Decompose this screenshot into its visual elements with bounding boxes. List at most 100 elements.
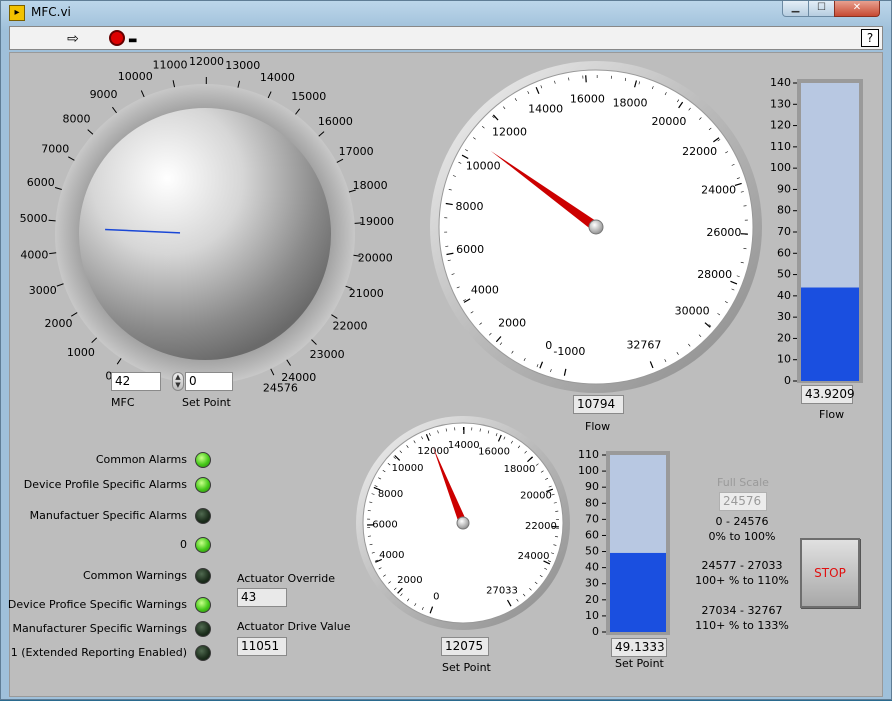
tick-label: 16000 — [478, 446, 510, 457]
tick-label: 12000 — [189, 55, 224, 68]
tick-mark — [71, 313, 77, 317]
alarm-led — [195, 621, 211, 637]
alarm-led — [195, 645, 211, 661]
tick-label: 6000 — [456, 243, 484, 256]
setpoint-tank-scale: 0102030405060708090100110 — [578, 448, 606, 638]
stop-button[interactable]: STOP — [800, 538, 860, 608]
tick-label: 18000 — [504, 464, 536, 475]
tick-label: 50 — [777, 268, 791, 281]
flow-tank-fill — [801, 288, 859, 381]
alarm-label: Common Alarms — [5, 453, 187, 466]
tick-mark — [331, 315, 337, 319]
tick-label: 14000 — [528, 102, 563, 115]
tick-label: 24576 — [263, 382, 298, 395]
tick-label: 90 — [777, 182, 791, 195]
alarm-label: Manufacturer Specific Warnings — [5, 622, 187, 635]
tick-label: 10000 — [118, 70, 153, 83]
tick-label: 2000 — [498, 317, 526, 330]
tick-mark — [117, 358, 121, 364]
tick-label: 110 — [578, 448, 599, 461]
set-point-input[interactable]: 0 — [185, 372, 233, 391]
tick-label: 0 — [545, 339, 552, 352]
tick-label: 7000 — [41, 142, 69, 155]
tick-label: 10000 — [466, 160, 501, 173]
tick-label: 20000 — [358, 251, 393, 264]
flow-gauge-label: Flow — [585, 420, 610, 433]
tick-label: 23000 — [310, 348, 345, 361]
mfc-label: MFC — [111, 396, 135, 409]
tick-label: 24000 — [701, 183, 736, 196]
tick-label: 15000 — [291, 90, 326, 103]
mfc-knob[interactable] — [79, 108, 331, 360]
tick-label: 90 — [585, 480, 599, 493]
tick-label: 10 — [585, 609, 599, 622]
tick-label: 80 — [585, 496, 599, 509]
set-point-stepper[interactable]: ▲▼ — [172, 372, 184, 391]
mfc-value-field[interactable]: 42 — [111, 372, 161, 391]
tick-label: 0 — [784, 374, 791, 387]
alarm-label: Common Warnings — [5, 569, 187, 582]
tick-mark — [49, 220, 56, 221]
alarm-label: 1 (Extended Reporting Enabled) — [5, 646, 187, 659]
tick-label: 60 — [777, 246, 791, 259]
tick-label: 28000 — [697, 268, 732, 281]
tick-mark — [57, 284, 64, 286]
full-scale-range-2: 24577 - 27033 — [687, 559, 797, 572]
setpoint-tank-value-display: 49.1333 — [611, 638, 667, 657]
tick-mark — [173, 80, 174, 87]
tick-label: 40 — [585, 561, 599, 574]
tick-label: 27033 — [486, 586, 518, 597]
tick-label: -1000 — [553, 345, 585, 358]
tick-label: 20 — [585, 593, 599, 606]
tick-label: 100 — [578, 464, 599, 477]
tick-label: 120 — [770, 119, 791, 132]
tick-label: 110 — [770, 140, 791, 153]
tick-label: 0 — [433, 591, 439, 602]
tick-mark — [88, 130, 93, 135]
full-scale-label: Full Scale — [717, 476, 769, 489]
tick-label: 22000 — [682, 145, 717, 158]
tick-mark — [337, 159, 343, 162]
tick-label: 17000 — [339, 145, 374, 158]
full-scale-range-3: 27034 - 32767 — [687, 604, 797, 617]
tick-label: 100 — [770, 161, 791, 174]
tick-label: 12000 — [417, 446, 449, 457]
tick-label: 5000 — [20, 212, 48, 225]
flow-tank-value-display: 43.9209 — [801, 385, 853, 404]
tick-label: 8000 — [456, 200, 484, 213]
front-panel-graphics: 0100020003000400050006000700080009000100… — [1, 1, 892, 701]
tick-mark — [55, 187, 62, 189]
alarm-label: Device Profile Specific Alarms — [5, 478, 187, 491]
setpoint-tank-fill — [610, 553, 666, 632]
alarm-led — [195, 537, 211, 553]
tick-label: 18000 — [353, 179, 388, 192]
tick-label: 10 — [777, 353, 791, 366]
flow-gauge-pivot — [589, 220, 603, 234]
tick-label: 14000 — [448, 440, 480, 451]
alarm-label: 0 — [5, 538, 187, 551]
tick-label: 2000 — [397, 575, 422, 586]
actuator-drive-label: Actuator Drive Value — [237, 620, 351, 633]
alarm-led — [195, 597, 211, 613]
alarm-led — [195, 508, 211, 524]
tick-label: 70 — [585, 512, 599, 525]
tick-label: 30 — [585, 577, 599, 590]
actuator-override-field[interactable]: 43 — [237, 588, 287, 607]
actuator-drive-field: 11051 — [237, 637, 287, 656]
tick-label: 140 — [770, 76, 791, 89]
tick-label: 18000 — [613, 97, 648, 110]
flow-tank-label: Flow — [819, 408, 844, 421]
alarm-led — [195, 568, 211, 584]
tick-label: 19000 — [359, 215, 394, 228]
full-scale-pct-3: 110+ % to 133% — [687, 619, 797, 632]
tick-label: 4000 — [471, 283, 499, 296]
alarm-label: Manufactuer Specific Alarms — [5, 509, 187, 522]
tick-mark — [319, 132, 324, 137]
tick-label: 22000 — [332, 320, 367, 333]
tick-label: 6000 — [27, 176, 55, 189]
alarm-led — [195, 477, 211, 493]
tick-label: 6000 — [372, 520, 397, 531]
setpoint-gauge-pivot — [457, 517, 469, 529]
tick-mark — [271, 369, 274, 375]
tick-label: 8000 — [62, 113, 90, 126]
